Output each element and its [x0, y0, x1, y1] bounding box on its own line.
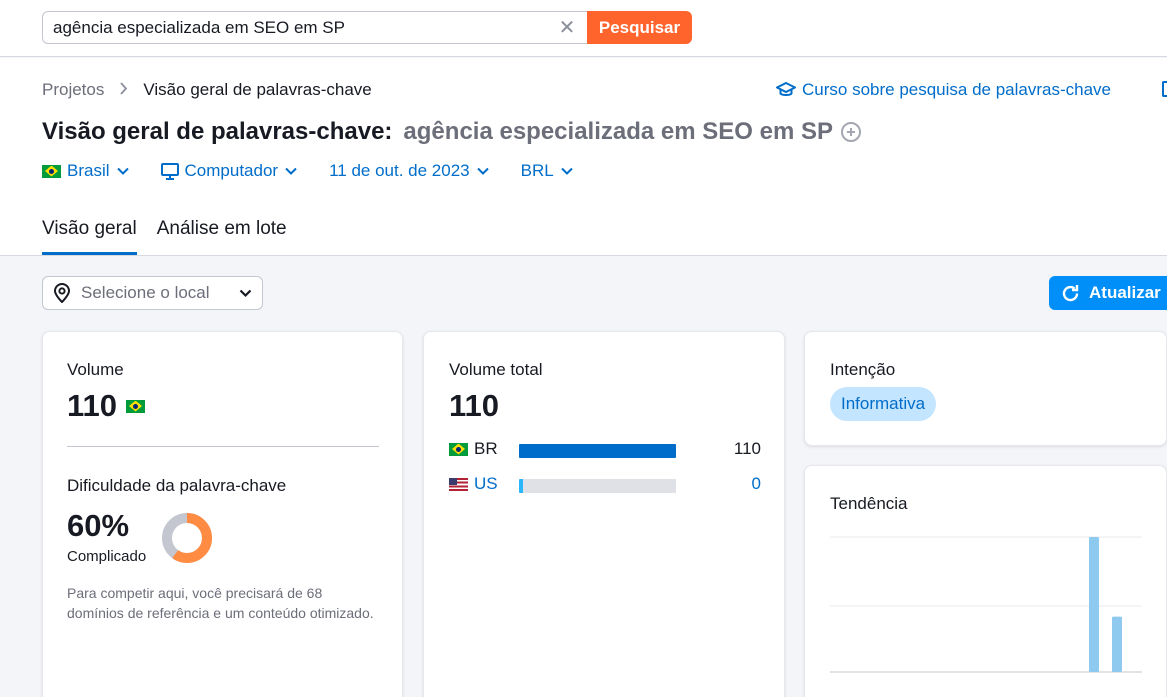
book-icon[interactable]	[1162, 81, 1167, 97]
breadcrumb-projects[interactable]: Projetos	[42, 80, 104, 100]
date-filter[interactable]: 11 de out. de 2023	[329, 161, 489, 181]
search-input[interactable]	[42, 11, 587, 44]
location-pin-icon	[53, 283, 71, 303]
device-filter-label: Computador	[184, 161, 279, 180]
brazil-flag-icon	[449, 442, 468, 456]
tab-overview[interactable]: Visão geral	[42, 218, 137, 255]
trend-label: Tendência	[830, 494, 908, 513]
keyword-difficulty-label: Dificuldade da palavra-chave	[67, 476, 287, 495]
top-search-bar: ✕ Pesquisar	[0, 0, 1167, 57]
breadcrumb-current: Visão geral de palavras-chave	[143, 80, 372, 99]
chevron-right-icon	[119, 81, 128, 99]
country-filter-label: Brasil	[67, 161, 110, 180]
keyword-difficulty-value: 60%	[67, 508, 130, 543]
trend-bar[interactable]	[1112, 616, 1122, 672]
tab-bulk-analysis[interactable]: Análise em lote	[157, 218, 287, 255]
country-volume-count: 110	[733, 439, 761, 458]
currency-filter-label: BRL	[520, 161, 554, 180]
breadcrumb: Projetos Visão geral de palavras-chave	[42, 80, 372, 100]
location-select-placeholder: Selecione o local	[81, 283, 210, 302]
search-group: ✕ Pesquisar	[42, 11, 692, 44]
us-flag-icon	[449, 477, 468, 491]
course-link[interactable]: Curso sobre pesquisa de palavras-chave	[776, 80, 1111, 100]
intent-label: Intenção	[830, 360, 896, 379]
divider	[67, 446, 379, 447]
currency-filter[interactable]: BRL	[521, 161, 573, 181]
volume-value: 110	[67, 388, 118, 423]
country-code: BR	[474, 439, 498, 458]
search-button[interactable]: Pesquisar	[587, 11, 692, 44]
total-volume-value: 110	[449, 388, 500, 423]
refresh-button[interactable]: Atualizar	[1049, 276, 1167, 310]
plus-circle-icon[interactable]	[840, 122, 861, 142]
refresh-icon	[1062, 284, 1079, 301]
monitor-icon	[160, 162, 179, 180]
chevron-down-icon	[560, 167, 573, 175]
country-filter[interactable]: Brasil	[42, 161, 129, 181]
device-filter[interactable]: Computador	[160, 161, 298, 181]
location-select[interactable]: Selecione o local	[42, 276, 263, 310]
country-row-br: BR 110	[449, 438, 761, 460]
country-row-us[interactable]: US 0	[449, 473, 761, 495]
filters-bar: Brasil Computador 11 de out. de 2023 BRL	[42, 161, 605, 181]
page-title: Visão geral de palavras-chave: agência e…	[42, 118, 861, 146]
intent-card: Intenção Informativa	[804, 331, 1167, 446]
chevron-down-icon	[285, 167, 297, 175]
country-volume-bar	[519, 479, 676, 493]
page-header: Projetos Visão geral de palavras-chave C…	[0, 58, 1167, 256]
country-volume-bar-fill	[519, 444, 676, 458]
date-filter-label: 11 de out. de 2023	[329, 161, 470, 180]
trend-card: Tendência	[804, 465, 1167, 697]
trend-bar-chart	[830, 536, 1142, 673]
chevron-down-icon	[476, 167, 489, 175]
intent-badge[interactable]: Informativa	[830, 387, 937, 421]
tabs: Visão geral Análise em lote	[42, 218, 307, 255]
total-volume-card: Volume total 110 BR 110 US 0	[423, 331, 785, 697]
graduation-cap-icon	[776, 82, 796, 96]
country-volume-bar-fill	[519, 479, 523, 493]
country-volume-bar	[519, 444, 676, 458]
refresh-button-label: Atualizar	[1089, 283, 1161, 302]
volume-value-row: 110	[67, 388, 151, 424]
clear-search-icon[interactable]: ✕	[556, 17, 578, 39]
chevron-down-icon	[116, 167, 129, 175]
country-volume-count[interactable]: 0	[752, 474, 761, 494]
trend-bar[interactable]	[1089, 537, 1099, 672]
country-code-link[interactable]: US	[474, 474, 524, 494]
volume-label: Volume	[67, 360, 124, 379]
keyword-difficulty-level: Complicado	[67, 548, 147, 565]
course-link-label: Curso sobre pesquisa de palavras-chave	[802, 80, 1112, 99]
difficulty-donut-chart	[162, 513, 212, 563]
brazil-flag-icon	[42, 164, 61, 178]
volume-card: Volume 110 Dificuldade da palavra-chave …	[42, 331, 403, 697]
chevron-down-icon	[239, 289, 252, 297]
page-title-keyword: agência especializada em SEO em SP	[403, 118, 833, 145]
page-title-prefix: Visão geral de palavras-chave:	[42, 118, 393, 145]
total-volume-label: Volume total	[449, 360, 543, 379]
brazil-flag-icon	[126, 399, 146, 413]
keyword-difficulty-description: Para competir aqui, você precisará de 68…	[67, 585, 374, 621]
